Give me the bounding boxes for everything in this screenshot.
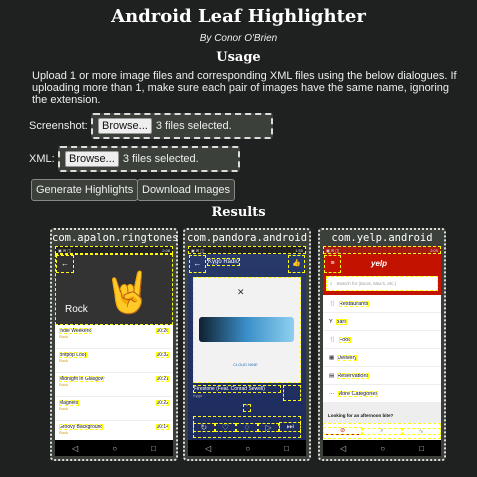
category-label: Food xyxy=(338,336,352,343)
ringtone-duration: 00:32 xyxy=(156,352,169,358)
search-tab-icon[interactable]: ⌕ xyxy=(362,427,402,435)
xml-label: XML: xyxy=(29,153,55,165)
back-icon[interactable]: ◁ xyxy=(72,444,78,453)
back-icon[interactable]: ◁ xyxy=(205,444,211,453)
xml-file-status: 3 files selected. xyxy=(122,153,199,165)
home-icon[interactable]: ○ xyxy=(112,444,117,453)
station-name: Kygo Radio xyxy=(207,258,241,266)
result-package-name: com.apalon.ringtones xyxy=(52,232,179,244)
android-nav-bar: ◁ ○ □ xyxy=(323,440,441,456)
results-heading: Results xyxy=(211,205,266,220)
usage-text: Upload 1 or more image files and corresp… xyxy=(32,70,457,106)
xml-browse-button[interactable]: Browse... xyxy=(65,151,119,167)
category-food[interactable]: 🍴 Food xyxy=(323,331,441,349)
result-card-ringtones: com.apalon.ringtones ▣ ✉ ◫ 2:08 ← 🤘 Rock … xyxy=(50,228,178,461)
fork-knife-icon: 🍴 xyxy=(329,300,336,307)
replay-icon[interactable]: ↻ xyxy=(193,422,215,432)
thumbs-up-icon[interactable]: ♢ xyxy=(236,422,258,432)
search-icon: ⌕ xyxy=(330,281,333,286)
ringtone-duration: 00:14 xyxy=(156,424,169,430)
ringtone-row[interactable]: Magnetic Rock 00:22 xyxy=(55,397,173,421)
ringtone-genre: Rock xyxy=(59,382,69,387)
calendar-icon: ▤ xyxy=(329,372,335,379)
result-card-pandora: com.pandora.android ▣ ✉ ◫ 1:55 ← Kygo Rad… xyxy=(183,228,311,461)
status-time: 2:08 xyxy=(162,247,170,253)
more-button[interactable] xyxy=(283,385,301,401)
thumb-icon[interactable]: 👍 xyxy=(288,255,305,273)
search-input[interactable]: Search for (tacos, Max's, etc.) xyxy=(337,281,397,286)
thumbs-down-icon[interactable]: ♡ xyxy=(214,422,237,432)
ringtone-genre: Rock xyxy=(59,430,69,435)
cocktail-icon: Y xyxy=(329,318,333,325)
generate-highlights-button[interactable]: Generate Highlights xyxy=(31,179,139,201)
category-restaurants[interactable]: 🍴 Restaurants xyxy=(323,295,441,313)
album-title: CLOUD NINE xyxy=(233,362,258,367)
skip-icon[interactable]: ⏭ xyxy=(279,422,301,432)
recents-icon[interactable]: □ xyxy=(151,444,156,453)
android-nav-bar: ◁ ○ □ xyxy=(55,440,173,456)
back-arrow-icon[interactable]: ← xyxy=(56,255,74,273)
result-package-name: com.pandora.android xyxy=(186,232,308,244)
category-bars[interactable]: Y Bars xyxy=(323,313,441,331)
track-title: Firestone (Feat. Conrad Sewell) xyxy=(193,385,281,393)
status-time: 2:05 xyxy=(430,247,438,253)
ringtone-duration: 00:26 xyxy=(156,328,169,334)
album-art: ✕ CLOUD NINE xyxy=(193,277,301,383)
back-icon[interactable]: ◁ xyxy=(340,444,346,453)
ringtone-row[interactable]: Indie Weekend Rock 00:26 xyxy=(55,325,173,349)
xml-file-input[interactable]: Browse... 3 files selected. xyxy=(58,146,240,172)
screenshot-file-input[interactable]: Browse... 3 files selected. xyxy=(91,113,273,139)
category-more[interactable]: ··· More Categories xyxy=(323,385,441,403)
result-package-name: com.yelp.android xyxy=(331,232,433,244)
play-icon[interactable]: ▷ xyxy=(257,422,280,432)
category-label: Restaurants xyxy=(338,300,369,307)
result-screenshot: ▣ ✉ ◫ 1:55 ← Kygo Radio 👍 ✕ CLOUD NINE Fi… xyxy=(188,246,306,456)
category-title: Rock xyxy=(65,304,88,315)
screenshot-file-status: 3 files selected. xyxy=(155,120,232,132)
page-title: Android Leaf Highlighter xyxy=(111,6,366,27)
byline: By Conor O'Brien xyxy=(199,33,278,44)
menu-icon[interactable]: ≡ xyxy=(324,255,341,273)
ringtone-row[interactable]: Britpop Loop Rock 00:32 xyxy=(55,349,173,373)
recents-icon[interactable]: □ xyxy=(284,444,289,453)
nearby-tab-icon[interactable]: ⊘ xyxy=(323,427,363,435)
category-label: Reservations xyxy=(337,372,370,379)
android-nav-bar: ◁ ○ □ xyxy=(188,440,306,456)
more-icon: ··· xyxy=(329,390,335,397)
recents-icon[interactable]: □ xyxy=(419,444,424,453)
back-arrow-icon[interactable]: ← xyxy=(189,255,206,273)
result-screenshot: ▣ ✉ ◫ 2:05 ≡ yelp ⌕ Search for (tacos, Ma… xyxy=(323,246,441,456)
afternoon-prompt: Looking for an afternoon bite? xyxy=(323,403,441,423)
result-screenshot: ▣ ✉ ◫ 2:08 ← 🤘 Rock Indie Weekend Rock 00:2… xyxy=(55,246,173,456)
category-label: Delivery xyxy=(337,354,358,361)
fork-knife-icon: 🍴 xyxy=(329,336,336,343)
category-reservations[interactable]: ▤ Reservations xyxy=(323,367,441,385)
rock-hand-icon: 🤘 xyxy=(103,271,153,315)
screenshot-label: Screenshot: xyxy=(29,120,88,132)
usage-heading: Usage xyxy=(216,50,261,65)
ringtone-duration: 00:22 xyxy=(156,400,169,406)
ringtone-genre: Rock xyxy=(59,406,69,411)
category-delivery[interactable]: ▦ Delivery xyxy=(323,349,441,367)
ringtone-genre: Rock xyxy=(59,358,69,363)
download-images-button[interactable]: Download Images xyxy=(137,179,236,201)
activity-tab-icon[interactable]: ∿ xyxy=(401,427,441,435)
ringtone-duration: 00:21 xyxy=(156,376,169,382)
status-time: 1:55 xyxy=(295,247,303,253)
result-card-yelp: com.yelp.android ▣ ✉ ◫ 2:05 ≡ yelp ⌕ Sear… xyxy=(318,228,446,461)
category-label: Bars xyxy=(335,318,347,325)
category-label: More Categories xyxy=(337,390,379,397)
screenshot-browse-button[interactable]: Browse... xyxy=(98,118,152,134)
ringtone-row[interactable]: Midnight In Glasgow Rock 00:21 xyxy=(55,373,173,397)
delivery-icon: ▦ xyxy=(329,354,335,361)
expand-icon[interactable]: ^ xyxy=(243,404,251,412)
home-icon[interactable]: ○ xyxy=(380,444,385,453)
ringtone-genre: Rock xyxy=(59,334,69,339)
yelp-logo: yelp xyxy=(371,259,388,268)
home-icon[interactable]: ○ xyxy=(245,444,250,453)
